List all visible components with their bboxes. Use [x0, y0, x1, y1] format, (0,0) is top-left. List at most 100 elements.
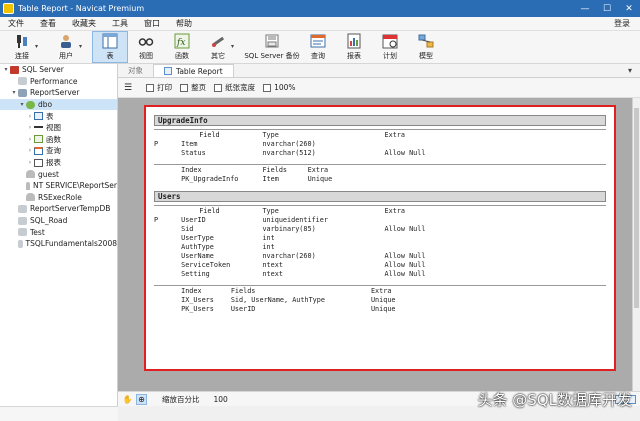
- cell-type: int: [262, 243, 275, 251]
- column-header: Type: [262, 131, 279, 139]
- chevron-down-icon[interactable]: ▾: [35, 43, 38, 50]
- chevron-right-icon[interactable]: ›: [26, 147, 34, 154]
- cell-index: PK_Users: [181, 305, 214, 313]
- menu-help[interactable]: 帮助: [168, 18, 200, 29]
- cell-type: uniqueidentifier: [262, 216, 328, 224]
- sql-server-backup-button[interactable]: SQL Server 备份: [244, 31, 300, 63]
- cell-field: Item: [181, 140, 198, 148]
- report-button[interactable]: 报表: [336, 31, 372, 63]
- chevron-right-icon[interactable]: ›: [26, 124, 34, 131]
- navicat-app-icon: [3, 3, 14, 14]
- tree-item-nt-service[interactable]: NT SERVICE\ReportSer: [0, 180, 117, 192]
- cell-key: P: [154, 216, 159, 224]
- column-header: Field: [199, 131, 220, 139]
- cell-extra: Allow Null: [384, 252, 426, 260]
- print-button[interactable]: 打印: [146, 82, 172, 93]
- cell-field: UserType: [181, 234, 214, 242]
- chevron-right-icon[interactable]: ›: [26, 136, 34, 143]
- cell-fields: Sid, UserName, AuthType: [230, 296, 325, 304]
- zoom-100-button[interactable]: 100%: [263, 83, 296, 92]
- chevron-down-icon[interactable]: ▾: [79, 43, 82, 50]
- tab-table-report[interactable]: Table Report: [153, 64, 234, 77]
- column-header: Extra: [370, 287, 392, 295]
- report-icon: [347, 33, 361, 49]
- report-toolbar: ☰ 打印 整页 纸张宽度 100%: [118, 78, 640, 98]
- menu-window[interactable]: 窗口: [136, 18, 168, 29]
- report-section: UpgradeInfo Field Type Extra P Item nvarchar(2…: [154, 115, 606, 184]
- schedule-button[interactable]: 计划: [372, 31, 408, 63]
- tree-item-sql-server[interactable]: ▾ SQL Server: [0, 64, 117, 76]
- hand-tool-icon[interactable]: ✋: [122, 394, 133, 405]
- page-width-button[interactable]: 纸张宽度: [214, 82, 255, 93]
- tree-item-functions[interactable]: › 函数: [0, 134, 117, 146]
- cell-fields: UserID: [230, 305, 256, 313]
- menu-icon[interactable]: ☰: [124, 83, 132, 93]
- tree-item-dbo[interactable]: ▾ dbo: [0, 98, 117, 111]
- zoom-icon: [263, 83, 272, 92]
- tree-item-test[interactable]: Test: [0, 226, 117, 238]
- cell-index: PK_UpgradeInfo: [181, 175, 239, 183]
- tab-list-chevron-icon[interactable]: ▾: [628, 66, 640, 75]
- tree-item-views[interactable]: › 视图: [0, 122, 117, 134]
- report-preview-area: UpgradeInfo Field Type Extra P Item nvarchar(2…: [118, 98, 632, 391]
- user-button[interactable]: 用户 ▾: [48, 31, 84, 63]
- tree-item-rsexecrole[interactable]: RSExecRole: [0, 192, 117, 204]
- chevron-down-icon[interactable]: ▾: [231, 43, 234, 50]
- scrollbar-thumb[interactable]: [634, 108, 639, 308]
- section-title: Users: [154, 191, 606, 202]
- other-button[interactable]: 其它 ▾: [200, 31, 236, 63]
- function-icon: [34, 135, 43, 144]
- tree-item-tables[interactable]: › 表: [0, 110, 117, 122]
- glasses-icon: [138, 38, 154, 46]
- cell-extra: Allow Null: [384, 261, 426, 269]
- table-icon: [34, 112, 43, 121]
- cell-field: Sid: [181, 225, 194, 233]
- whole-page-button[interactable]: 整页: [180, 82, 206, 93]
- chevron-down-icon[interactable]: ▾: [10, 89, 18, 96]
- tree-item-tsqlfundamentals2008[interactable]: TSQLFundamentals2008: [0, 238, 117, 250]
- menu-favorites[interactable]: 收藏夹: [64, 18, 104, 29]
- vertical-scrollbar[interactable]: [632, 98, 640, 391]
- report-content: UpgradeInfo Field Type Extra P Item nvarchar(2…: [154, 115, 606, 321]
- table-button[interactable]: 表: [92, 31, 128, 63]
- tree-item-performance[interactable]: Performance: [0, 76, 117, 88]
- database-icon: [18, 204, 27, 213]
- cell-field: Setting: [181, 270, 210, 278]
- tree-item-queries[interactable]: › 查询: [0, 145, 117, 157]
- chevron-down-icon[interactable]: ▾: [18, 101, 26, 108]
- tree-item-reports[interactable]: › 报表: [0, 157, 117, 169]
- database-icon: [18, 77, 27, 86]
- chevron-down-icon[interactable]: ▾: [2, 66, 10, 73]
- menu-tools[interactable]: 工具: [104, 18, 136, 29]
- view-button[interactable]: 视图: [128, 31, 164, 63]
- close-button[interactable]: ✕: [618, 0, 640, 17]
- indexes-header-row: Index Fields Extra: [154, 166, 606, 175]
- maximize-button[interactable]: ☐: [596, 0, 618, 17]
- title-bar: Table Report - Navicat Premium — ☐ ✕: [0, 0, 640, 17]
- login-link[interactable]: 登录: [606, 18, 640, 29]
- tree-item-guest[interactable]: guest: [0, 168, 117, 180]
- navigation-pane: ▾ SQL Server Performance ▾ ReportServer …: [0, 64, 118, 406]
- chevron-right-icon[interactable]: ›: [26, 159, 34, 166]
- calendar-icon: [382, 34, 398, 49]
- chevron-right-icon[interactable]: ›: [26, 113, 34, 120]
- minimize-button[interactable]: —: [574, 0, 596, 17]
- cell-field: ServiceToken: [181, 261, 231, 269]
- tab-objects[interactable]: 对象: [118, 64, 153, 77]
- model-button[interactable]: 模型: [408, 31, 444, 63]
- menu-file[interactable]: 文件: [0, 18, 32, 29]
- query-button[interactable]: 查询: [300, 31, 336, 63]
- menu-view[interactable]: 查看: [32, 18, 64, 29]
- tree-item-sql-road[interactable]: SQL_Road: [0, 215, 117, 227]
- function-button[interactable]: fx 函数: [164, 31, 200, 63]
- tree-item-reportservertempdb[interactable]: ReportServerTempDB: [0, 203, 117, 215]
- connection-button[interactable]: 连接 ▾: [4, 31, 40, 63]
- zoom-tool-icon[interactable]: ⊕: [136, 393, 147, 405]
- column-header: Extra: [384, 131, 405, 139]
- fields-header-row: Field Type Extra: [154, 131, 606, 140]
- tree-item-reportserver[interactable]: ▾ ReportServer: [0, 87, 117, 99]
- main-toolbar: 连接 ▾ 用户 ▾ 表 视图 fx 函数 其它 ▾ SQL Server 备份 …: [0, 31, 640, 64]
- cell-extra: Unique: [307, 175, 333, 183]
- cell-type: nvarchar(260): [262, 252, 316, 260]
- cell-index: IX_Users: [181, 296, 214, 304]
